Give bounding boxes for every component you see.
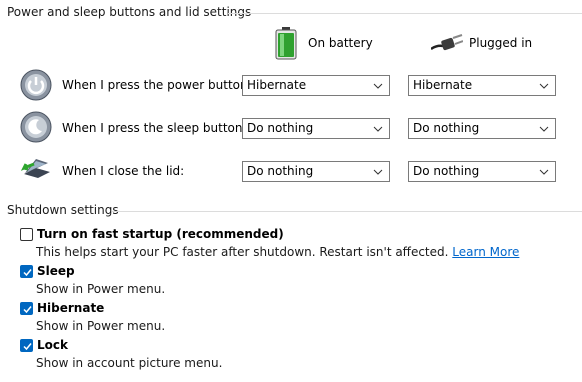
sleep-checkbox[interactable] — [20, 265, 33, 278]
fast-startup-checkbox[interactable] — [20, 228, 33, 241]
sleep-description: Show in Power menu. — [36, 282, 166, 296]
power-button-label: When I press the power button: — [62, 78, 252, 92]
hibernate-checkbox[interactable] — [20, 302, 33, 315]
chevron-down-icon — [373, 83, 383, 89]
on-battery-header: On battery — [308, 36, 373, 50]
power-button-plugged-value: Hibernate — [413, 78, 473, 92]
power-buttons-section-title: Power and sleep buttons and lid settings — [7, 5, 252, 19]
sleep-button-battery-select[interactable]: Do nothing — [242, 118, 390, 139]
chevron-down-icon — [373, 126, 383, 132]
laptop-lid-icon — [20, 159, 50, 178]
chevron-down-icon — [539, 169, 549, 175]
fast-startup-description-text: This helps start your PC faster after sh… — [36, 245, 449, 259]
lid-close-label: When I close the lid: — [62, 164, 185, 178]
battery-icon — [275, 27, 297, 60]
fast-startup-label[interactable]: Turn on fast startup (recommended) — [37, 227, 284, 241]
chevron-down-icon — [373, 169, 383, 175]
sleep-button-icon — [20, 111, 52, 143]
section-divider — [112, 211, 582, 212]
lock-checkbox[interactable] — [20, 339, 33, 352]
lid-close-battery-value: Do nothing — [247, 164, 314, 178]
chevron-down-icon — [539, 126, 549, 132]
power-plug-icon — [431, 34, 463, 51]
hibernate-description: Show in Power menu. — [36, 319, 166, 333]
hibernate-label[interactable]: Hibernate — [37, 301, 104, 315]
shutdown-settings-title: Shutdown settings — [7, 203, 119, 217]
plugged-in-header: Plugged in — [469, 36, 533, 50]
learn-more-link[interactable]: Learn More — [452, 245, 519, 259]
checkmark-icon — [23, 269, 32, 277]
section-divider — [228, 13, 582, 14]
sleep-button-plugged-value: Do nothing — [413, 121, 480, 135]
sleep-button-battery-value: Do nothing — [247, 121, 314, 135]
chevron-down-icon — [539, 83, 549, 89]
power-button-plugged-select[interactable]: Hibernate — [408, 75, 556, 96]
power-button-icon — [20, 69, 52, 101]
sleep-button-label: When I press the sleep button: — [62, 121, 247, 135]
sleep-button-plugged-select[interactable]: Do nothing — [408, 118, 556, 139]
checkmark-icon — [23, 306, 32, 314]
lid-close-plugged-select[interactable]: Do nothing — [408, 161, 556, 182]
power-button-battery-value: Hibernate — [247, 78, 307, 92]
lock-description: Show in account picture menu. — [36, 356, 223, 370]
sleep-label[interactable]: Sleep — [37, 264, 75, 278]
lid-close-plugged-value: Do nothing — [413, 164, 480, 178]
power-button-battery-select[interactable]: Hibernate — [242, 75, 390, 96]
lock-label[interactable]: Lock — [37, 338, 68, 352]
lid-close-battery-select[interactable]: Do nothing — [242, 161, 390, 182]
fast-startup-description: This helps start your PC faster after sh… — [36, 245, 519, 259]
checkmark-icon — [23, 343, 32, 351]
